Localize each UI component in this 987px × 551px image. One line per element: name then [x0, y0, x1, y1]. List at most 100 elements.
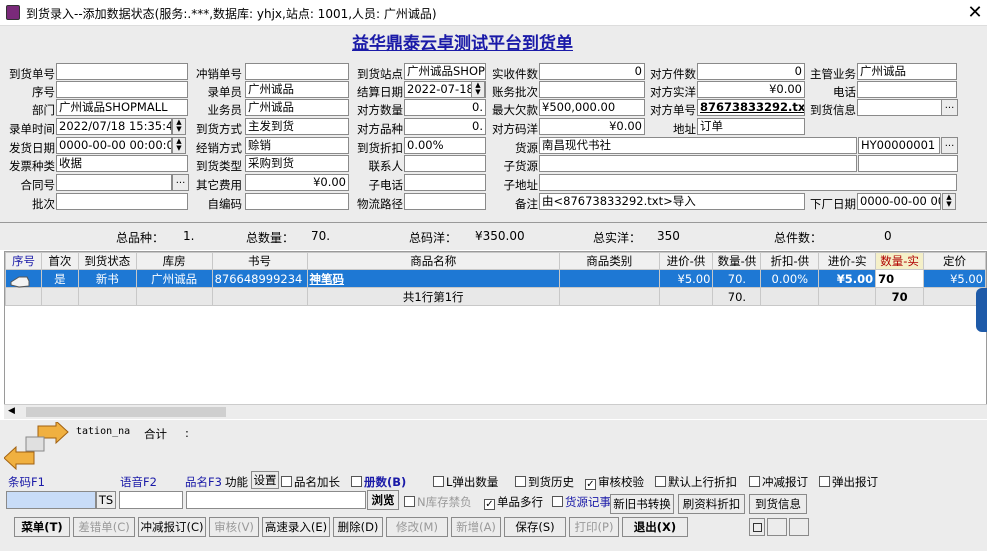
c4-field-1[interactable]	[539, 81, 645, 98]
ts-button[interactable]: TS	[96, 491, 116, 509]
c4-field-2[interactable]: ¥500,000.00	[539, 99, 645, 116]
c2-field-3[interactable]: 主发到货	[245, 118, 349, 135]
grid-header-12[interactable]: 定价	[923, 252, 986, 270]
grid-header-2[interactable]: 到货状态	[77, 252, 137, 270]
option-check-1[interactable]: 册数(B)	[351, 474, 406, 490]
refresh-discount-button[interactable]: 刷资料折扣	[678, 494, 745, 514]
table-row[interactable]: 是新书 广州诚品 876648999234 神笔码 ¥5.00 70. 0.00% ¥5.00…	[5, 269, 986, 288]
checkbox-icon[interactable]	[819, 476, 830, 487]
c1-field-7[interactable]	[56, 193, 188, 210]
remark-field[interactable]: 由<87673833292.txt>导入	[539, 193, 805, 210]
option2-check-1[interactable]: ✓ 单品多行	[484, 494, 543, 510]
c2-field-6[interactable]: ¥0.00	[245, 174, 349, 191]
grid-cell-3[interactable]: 广州诚品	[135, 269, 213, 288]
convert-book-button[interactable]: 新旧书转换	[610, 494, 674, 514]
grid-header-0[interactable]: 序号	[5, 252, 42, 270]
c3-field-2[interactable]: 0.	[404, 99, 486, 116]
c3-field-3[interactable]: 0.	[404, 118, 486, 135]
supplier-field[interactable]: 南昌现代书社	[539, 137, 857, 154]
contract-lookup-button[interactable]: ...	[172, 174, 189, 191]
c2-field-1[interactable]: 广州诚品	[245, 81, 349, 98]
extra-button-1[interactable]	[767, 518, 787, 536]
checkbox-icon[interactable]	[655, 476, 666, 487]
option-check-4[interactable]: ✓ 审核校验	[585, 474, 644, 490]
c2-field-0[interactable]	[245, 63, 349, 80]
checkbox-icon[interactable]: ✓	[585, 479, 596, 490]
checkbox-icon[interactable]	[515, 476, 526, 487]
c1-field-1[interactable]	[56, 81, 188, 98]
c5-field-1[interactable]: ¥0.00	[697, 81, 805, 98]
c2-field-5[interactable]: 采购到货	[245, 155, 349, 172]
grid-cell-4[interactable]: 876648999234	[211, 269, 308, 288]
subaddr-field[interactable]	[539, 174, 957, 191]
subsource-extra-field[interactable]	[858, 155, 958, 172]
grid-header-6[interactable]: 商品类别	[558, 252, 660, 270]
toolbar-button-5[interactable]: 删除(D)	[333, 517, 383, 537]
side-tab-handle[interactable]	[976, 288, 987, 332]
c1-field-6[interactable]	[56, 174, 172, 191]
option-check-2[interactable]: L弹出数量	[433, 474, 498, 490]
date-spinner[interactable]: ▲ ▼	[471, 81, 485, 98]
subsource-field[interactable]	[539, 155, 857, 172]
toolbar-button-1[interactable]: 差错单(C)	[73, 517, 135, 537]
option-check-3[interactable]: 到货历史	[515, 474, 574, 490]
grid-header-9[interactable]: 折扣-供	[760, 252, 820, 270]
option2-check-0[interactable]: N库存禁负	[404, 494, 472, 510]
grid-cell-8[interactable]: 70.	[712, 269, 762, 288]
grid-cell-2[interactable]: 新书	[77, 269, 137, 288]
toolbar-button-6[interactable]: 修改(M)	[386, 517, 448, 537]
checkbox-icon[interactable]	[552, 496, 563, 507]
barcode-input[interactable]	[6, 491, 96, 509]
grid-cell-7[interactable]: ¥5.00	[658, 269, 714, 288]
name-input[interactable]	[186, 491, 366, 509]
time-spinner-1[interactable]: ▲ ▼	[172, 137, 186, 154]
c3-field-5[interactable]	[404, 155, 486, 172]
grid-header-3[interactable]: 库房	[135, 252, 213, 270]
option-check-0[interactable]: 品名加长	[281, 474, 340, 490]
grid-header-8[interactable]: 数量-供	[712, 252, 762, 270]
checkbox-icon[interactable]	[281, 476, 292, 487]
supplier-lookup-button[interactable]: ...	[941, 137, 958, 154]
scroll-thumb[interactable]	[26, 407, 226, 417]
toolbar-button-4[interactable]: 高速录入(E)	[262, 517, 330, 537]
toolbar-button-10[interactable]: 退出(X)	[622, 517, 688, 537]
c1-field-5[interactable]: 收据	[56, 155, 188, 172]
grid-header-11[interactable]: 数量-实	[875, 252, 925, 270]
c4-field-3[interactable]: ¥0.00	[539, 118, 645, 135]
time-spinner-0[interactable]: ▲ ▼	[172, 118, 186, 135]
c1-field-2[interactable]: 广州诚品SHOPMALL	[56, 99, 188, 116]
c1-field-4[interactable]: 0000-00-00 00:00:00	[56, 137, 172, 154]
c2-field-4[interactable]: 赊销	[245, 137, 349, 154]
grid-cell-10[interactable]: ¥5.00	[818, 269, 877, 288]
grid-header-5[interactable]: 商品名称	[306, 252, 560, 270]
grid-cell-1[interactable]: 是	[40, 269, 79, 288]
arrival-info-lookup-button[interactable]: ...	[941, 99, 958, 116]
checkbox-icon[interactable]: ✓	[484, 499, 495, 510]
close-icon[interactable]: ✕	[966, 2, 984, 23]
c4-field-0[interactable]: 0	[539, 63, 645, 80]
grid-cell-6[interactable]	[558, 269, 660, 288]
extra-button-2[interactable]	[789, 518, 809, 536]
c3-field-7[interactable]	[404, 193, 486, 210]
c3-field-6[interactable]	[404, 174, 486, 191]
grid-header-4[interactable]: 书号	[211, 252, 308, 270]
setup-button[interactable]: 设置	[251, 471, 279, 489]
grid-cell-5[interactable]: 神笔码	[306, 269, 560, 288]
factory-date-field[interactable]: 0000-00-00 00:	[857, 193, 941, 210]
c1-field-3[interactable]: 2022/07/18 15:35:40	[56, 118, 172, 135]
c3-field-0[interactable]: 广州诚品SHOP	[404, 63, 486, 80]
c1-field-0[interactable]	[56, 63, 188, 80]
grid-hscrollbar[interactable]: ◀	[4, 404, 987, 419]
voice-input[interactable]	[119, 491, 183, 509]
c2-field-7[interactable]	[245, 193, 349, 210]
grid-header-10[interactable]: 进价-实	[818, 252, 877, 270]
option-check-6[interactable]: 冲减报订	[749, 474, 808, 490]
c3-field-4[interactable]: 0.00%	[404, 137, 486, 154]
supplier-code-field[interactable]: HY00000001	[858, 137, 940, 154]
c6-field-0[interactable]: 广州诚品	[857, 63, 957, 80]
scroll-left-icon[interactable]: ◀	[8, 406, 15, 416]
browse-button[interactable]: 浏览	[367, 490, 399, 510]
c5-field-3[interactable]: 订单	[697, 118, 805, 135]
toolbar-button-7[interactable]: 新增(A)	[451, 517, 501, 537]
checkbox-icon[interactable]	[404, 496, 415, 507]
